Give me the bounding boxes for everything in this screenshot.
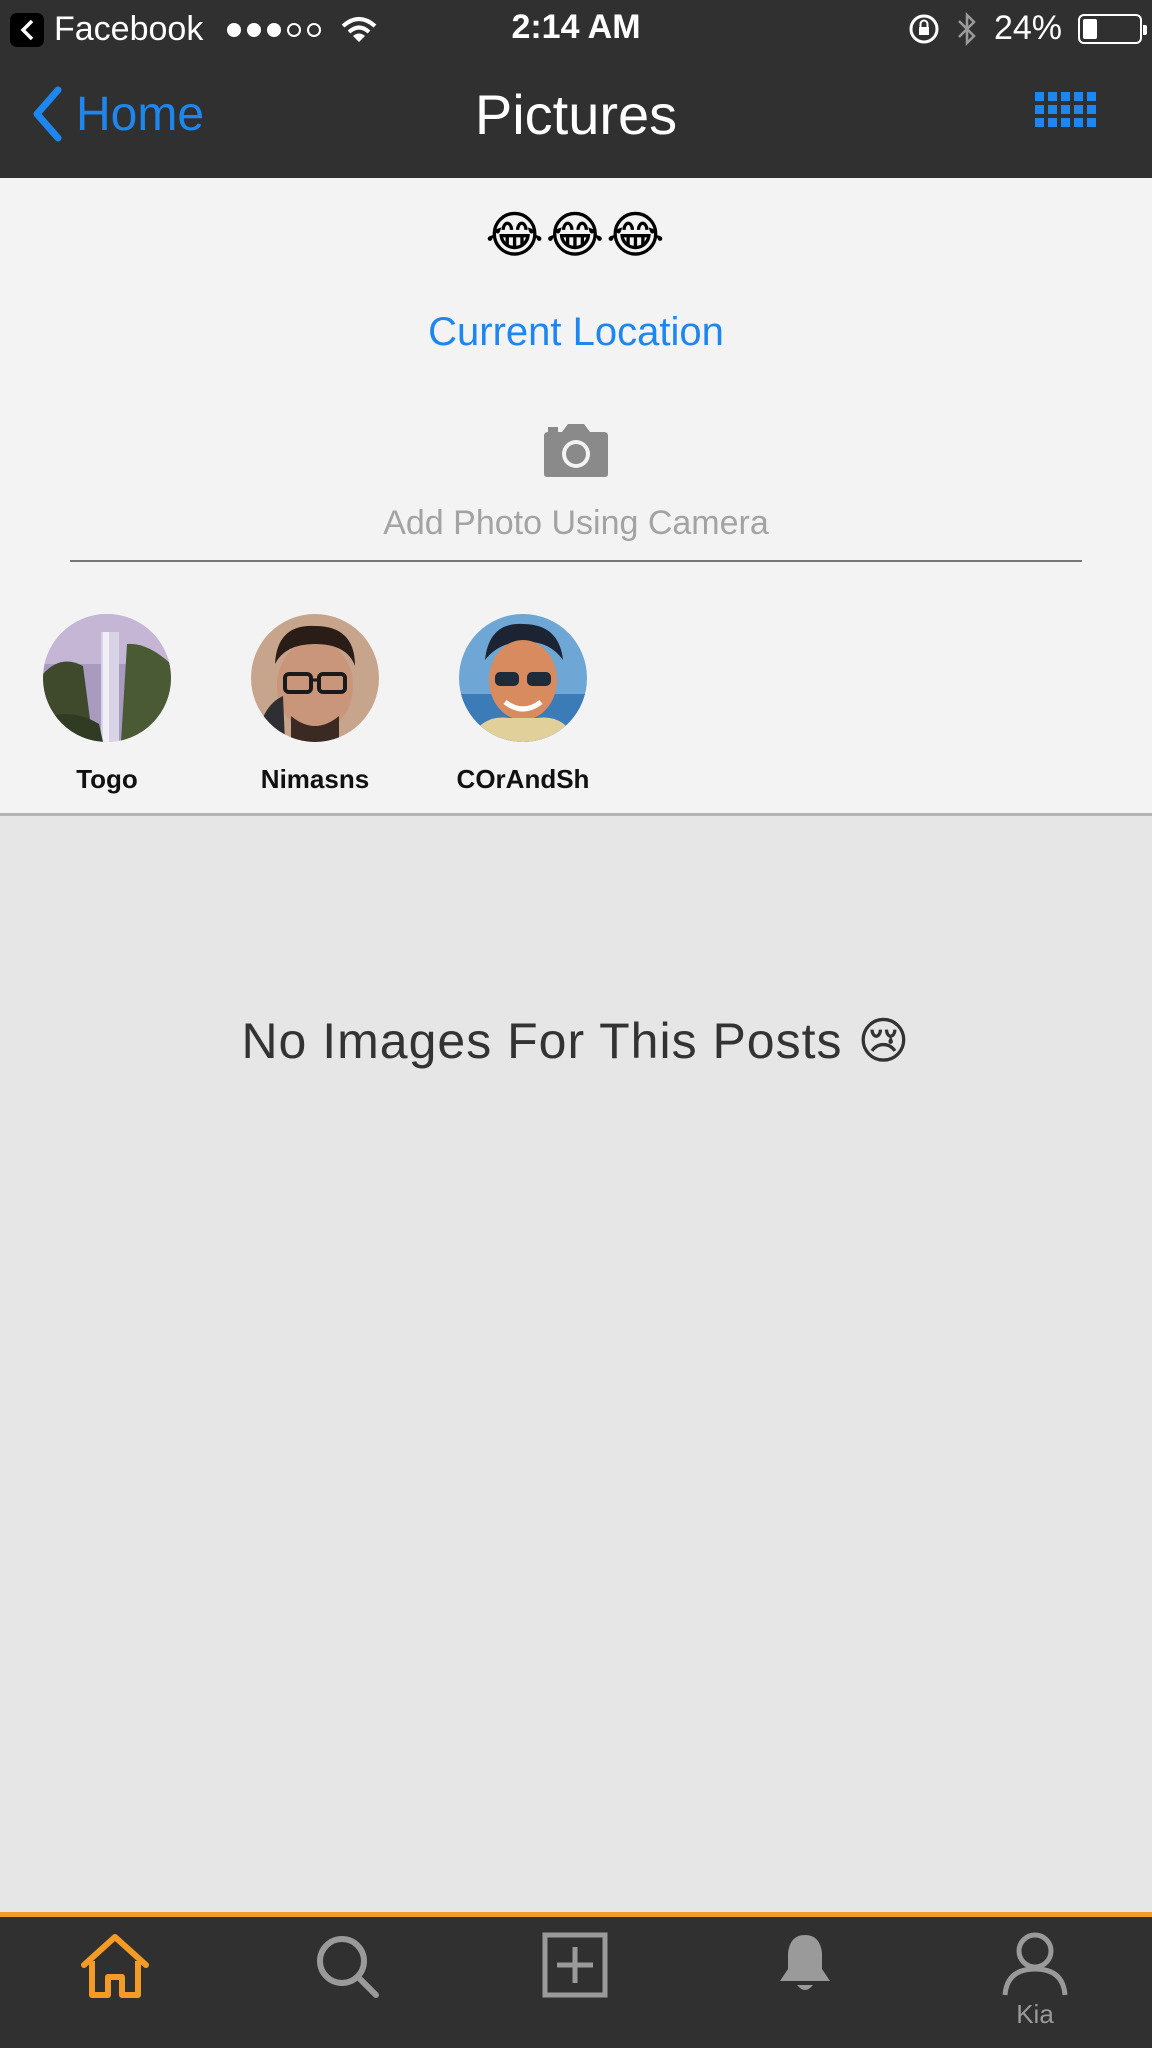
- camera-label: Add Photo Using Camera: [383, 504, 769, 542]
- tab-home[interactable]: [60, 1931, 170, 2041]
- current-location-link[interactable]: Current Location: [0, 310, 1152, 355]
- tagged-friends: Togo Nimasns COrAndSh: [0, 614, 1152, 804]
- bluetooth-icon: [958, 11, 976, 46]
- home-icon: [81, 1934, 149, 1998]
- avatar: [43, 614, 171, 742]
- orientation-lock-icon: [909, 14, 939, 43]
- page-title: Pictures: [474, 83, 678, 146]
- add-icon: [542, 1932, 608, 1998]
- tab-profile-label: Kia: [1016, 1999, 1054, 2029]
- tab-notifications[interactable]: [750, 1931, 860, 2041]
- grid-view-icon[interactable]: [1035, 92, 1096, 127]
- bell-icon: [780, 1935, 830, 1990]
- camera-button[interactable]: [0, 422, 1152, 478]
- avatar: [459, 614, 587, 742]
- friend-name: Togo: [76, 764, 138, 794]
- tab-profile[interactable]: Kia: [980, 1931, 1090, 2041]
- post-header: 😂😂😂 Current Location Add Photo Using Cam…: [0, 178, 1152, 816]
- tab-bar: Kia: [0, 1912, 1152, 2048]
- friend-name: COrAndSh: [456, 764, 590, 794]
- friend-item[interactable]: Nimasns: [230, 614, 400, 795]
- camera-icon: [544, 424, 608, 477]
- empty-state-message: No Images For This Posts 😢: [241, 1013, 911, 1069]
- search-icon: [317, 1936, 379, 1998]
- battery-percent: 24%: [993, 9, 1062, 47]
- friend-name: Nimasns: [260, 764, 370, 794]
- friend-item[interactable]: Togo: [22, 614, 192, 795]
- profile-icon: [1002, 1932, 1068, 1996]
- nav-bar: Home Pictures: [0, 56, 1152, 178]
- status-bar: Facebook 2:14 AM 24%: [0, 0, 1152, 56]
- post-emoji-caption: 😂😂😂: [485, 207, 667, 263]
- avatar: [251, 614, 379, 742]
- tab-search[interactable]: [292, 1931, 402, 2041]
- divider: [70, 560, 1082, 562]
- battery-icon: [1078, 13, 1147, 44]
- friend-item[interactable]: COrAndSh: [438, 614, 608, 795]
- tab-add[interactable]: [520, 1931, 630, 2041]
